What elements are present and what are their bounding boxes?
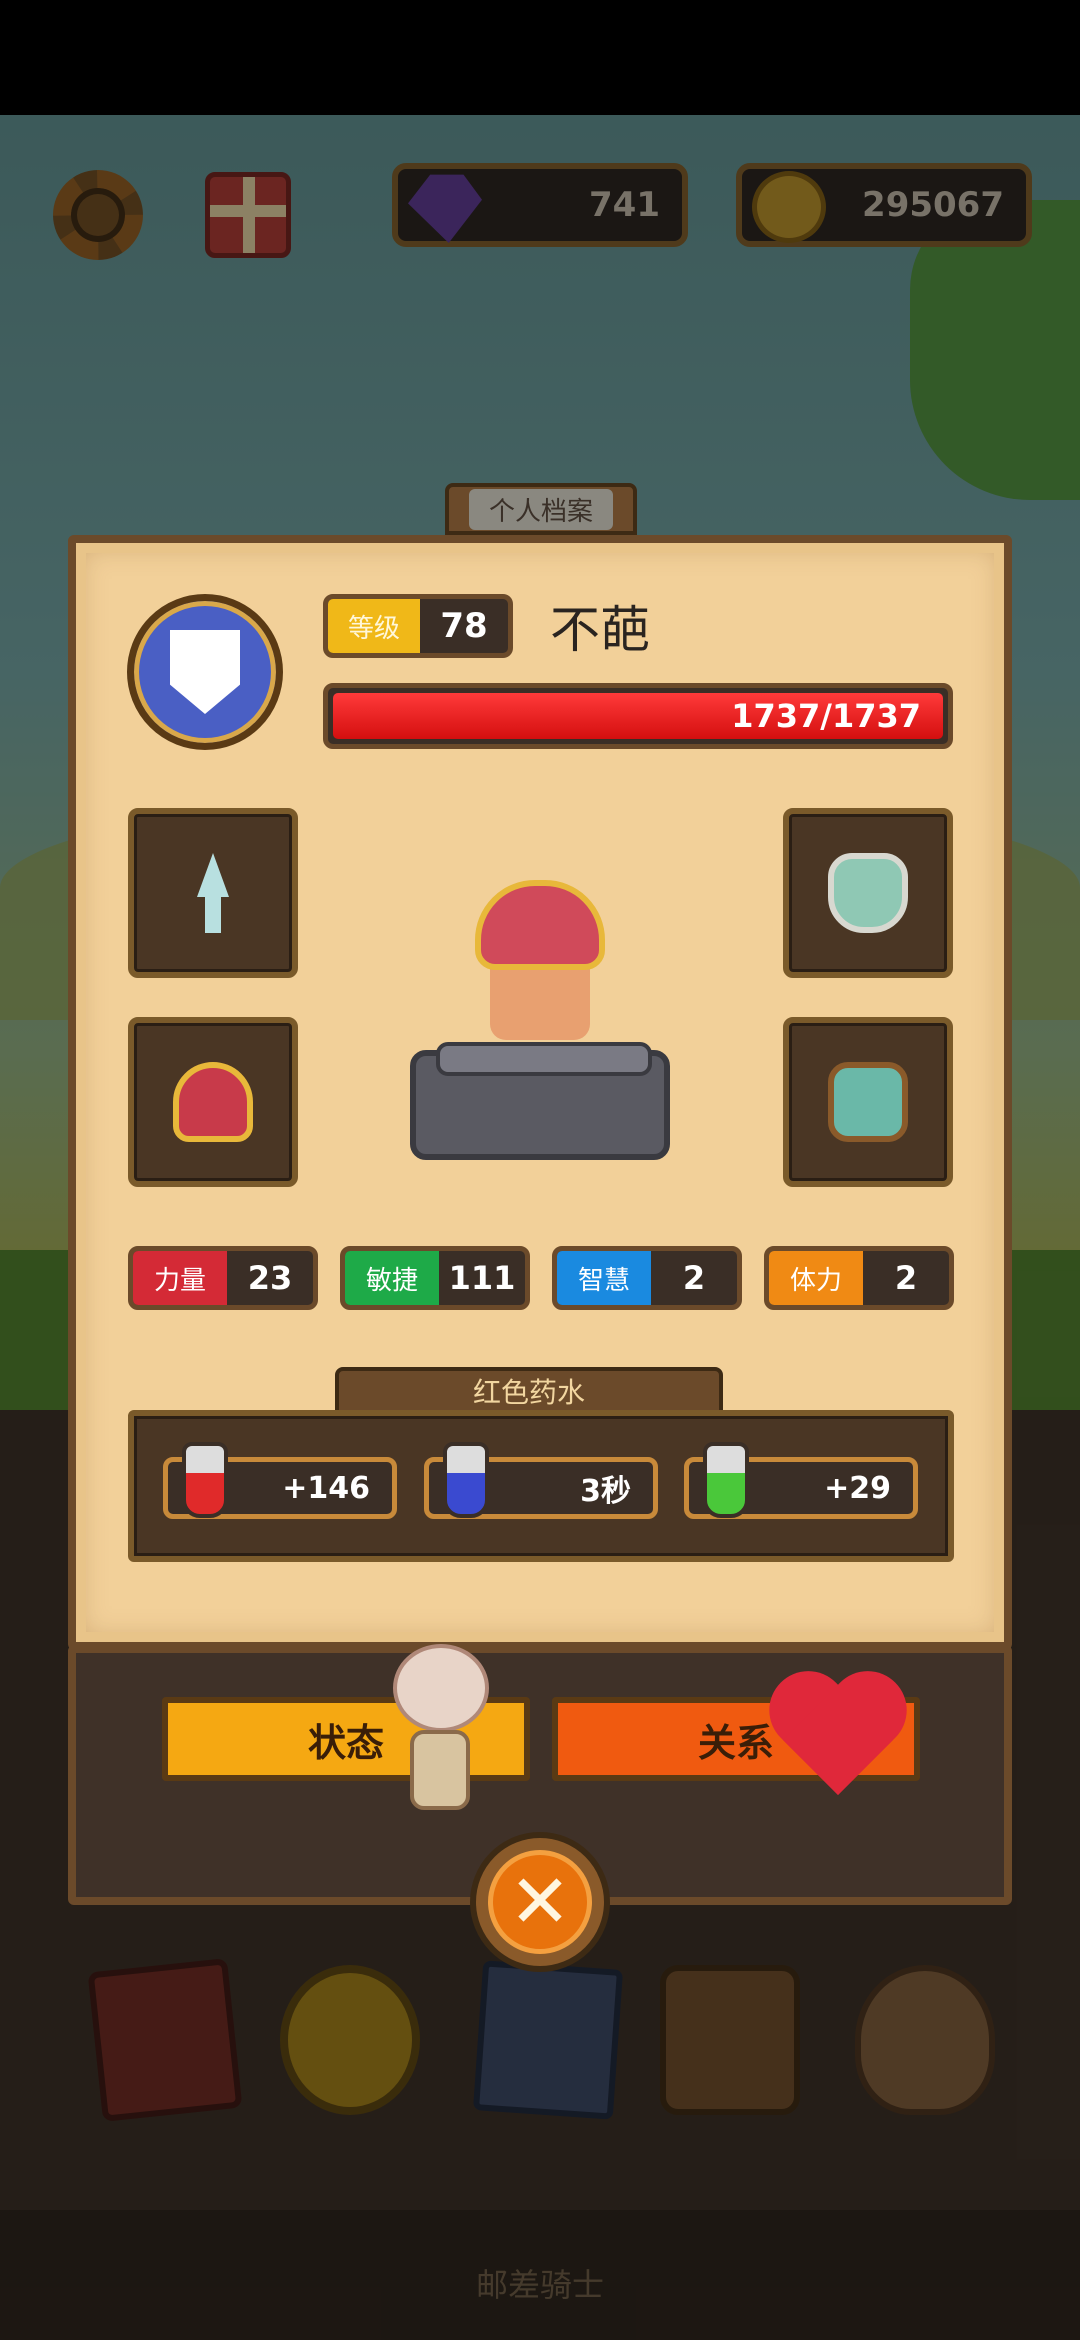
stat-agility: 敏捷 111 bbox=[340, 1246, 530, 1310]
girl-head bbox=[393, 1644, 489, 1732]
girl-body bbox=[410, 1730, 470, 1810]
girl-character bbox=[385, 1640, 495, 1815]
stat-strength: 力量 23 bbox=[128, 1246, 318, 1310]
stat-stamina: 体力 2 bbox=[764, 1246, 954, 1310]
stat-label: 力量 bbox=[133, 1251, 227, 1305]
blue-potion-hourglass-icon bbox=[443, 1442, 489, 1518]
level-label: 等级 bbox=[328, 599, 420, 653]
potion-title: 红色药水 bbox=[335, 1367, 723, 1415]
system-status-bar bbox=[0, 0, 1080, 115]
stat-value: 2 bbox=[894, 1259, 918, 1297]
stat-value: 111 bbox=[448, 1259, 516, 1297]
helmet-icon bbox=[173, 1062, 253, 1142]
hero-helmet bbox=[475, 880, 605, 970]
shield-icon bbox=[170, 630, 240, 714]
stat-label: 体力 bbox=[769, 1251, 863, 1305]
level-box: 等级 78 bbox=[323, 594, 513, 658]
red-potion-heart-icon bbox=[182, 1442, 228, 1518]
armor-slot[interactable] bbox=[783, 1017, 953, 1187]
class-emblem bbox=[127, 594, 283, 750]
potion-duration: 3秒 bbox=[424, 1442, 658, 1519]
level-value: 78 bbox=[440, 606, 488, 646]
profile-tab-label: 个人档案 bbox=[468, 488, 613, 530]
armor-icon bbox=[828, 1062, 908, 1142]
weapon-slot[interactable] bbox=[128, 808, 298, 978]
stone-pedestal bbox=[410, 1042, 670, 1160]
hp-bar: 1737/1737 bbox=[323, 683, 953, 749]
stat-value: 23 bbox=[247, 1259, 293, 1297]
hp-value: 1737/1737 bbox=[731, 697, 921, 735]
stat-wisdom: 智慧 2 bbox=[552, 1246, 742, 1310]
hero-character bbox=[380, 870, 700, 1190]
stat-value: 2 bbox=[682, 1259, 706, 1297]
close-icon: ✕ bbox=[488, 1850, 592, 1954]
potion-value: +29 bbox=[824, 1470, 891, 1506]
weapon-icon bbox=[197, 853, 229, 933]
shield-item-icon bbox=[828, 853, 908, 933]
hp-fill: 1737/1737 bbox=[333, 693, 943, 739]
close-button[interactable]: ✕ bbox=[470, 1832, 610, 1972]
shield-slot[interactable] bbox=[783, 808, 953, 978]
potion-value: 3秒 bbox=[580, 1474, 631, 1509]
potion-heal: +146 bbox=[163, 1442, 397, 1519]
stat-label: 智慧 bbox=[557, 1251, 651, 1305]
helmet-slot[interactable] bbox=[128, 1017, 298, 1187]
potion-defense: +29 bbox=[684, 1442, 918, 1519]
profile-tab: 个人档案 bbox=[445, 483, 637, 535]
stat-label: 敏捷 bbox=[345, 1251, 439, 1305]
player-name: 不葩 bbox=[550, 601, 650, 659]
heart-icon bbox=[768, 1675, 908, 1805]
green-potion-shield-icon bbox=[703, 1442, 749, 1518]
potion-value: +146 bbox=[282, 1470, 370, 1506]
